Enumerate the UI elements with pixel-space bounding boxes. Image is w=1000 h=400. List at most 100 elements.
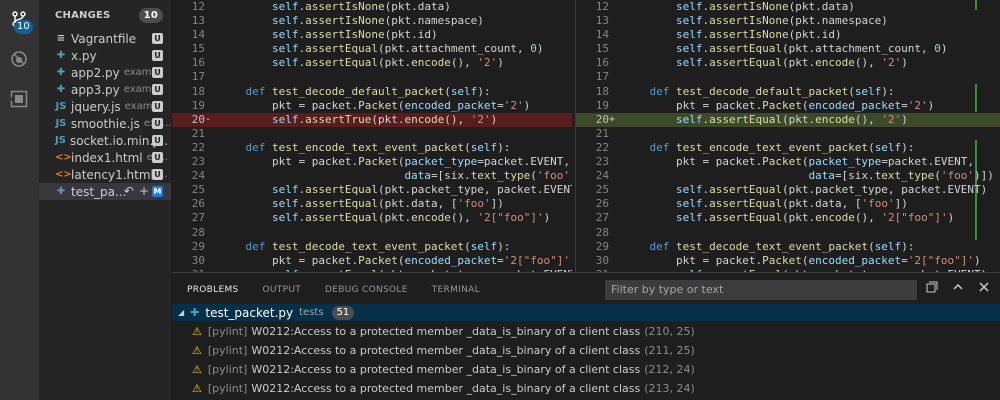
problem-item[interactable]: ⚠ [pylint]W0212:Access to a protected mem… — [172, 341, 1000, 360]
line-number: 15 — [191, 42, 205, 56]
maximize-panel-icon[interactable] — [952, 281, 964, 296]
code-line[interactable]: 29 def test_decode_text_event_packet(sel… — [172, 240, 572, 254]
code-line[interactable]: 16 self.assertEqual(pkt.encode(), '2') — [576, 56, 1000, 70]
line-number: 27 — [191, 211, 205, 225]
line-number: 21 — [595, 126, 609, 140]
code-line[interactable]: 19 pkt = packet.Packet(encoded_packet='2… — [576, 99, 1000, 113]
code-line[interactable]: 12 self.assertIsNone(pkt.data) — [576, 0, 1000, 14]
line-number: 20 — [191, 112, 205, 126]
line-number: 19 — [595, 98, 609, 112]
code-line[interactable]: 28 — [172, 226, 572, 240]
line-number: 25 — [191, 183, 205, 197]
file-name: jquery.js — [71, 99, 121, 114]
close-panel-icon[interactable] — [978, 281, 990, 296]
file-status-badge: U — [152, 152, 163, 163]
code-line[interactable]: 27 self.assertEqual(pkt.encode(), '2["fo… — [576, 211, 1000, 225]
file-name: x.py — [71, 48, 97, 63]
code-text: self.assertEqual(pkt.encode(), '2["foo"]… — [271, 211, 551, 225]
file-type-icon: ≡ — [56, 33, 66, 44]
changes-file-item[interactable]: JS jquery.js exam... U — [39, 98, 171, 115]
code-line[interactable]: 13 self.assertIsNone(pkt.namespace) — [576, 14, 1000, 28]
code-text: self.assertEqual(pkt.packet_type, packet… — [271, 183, 572, 197]
code-line[interactable]: 22 def test_encode_text_event_packet(sel… — [172, 141, 572, 155]
changes-file-item[interactable]: ✚ test_pa... ↶ + M — [39, 183, 171, 200]
scm-badge: 10 — [14, 20, 33, 34]
code-line[interactable]: 14 self.assertIsNone(pkt.id) — [172, 28, 572, 42]
code-line[interactable]: 27 self.assertEqual(pkt.encode(), '2["fo… — [172, 211, 572, 225]
file-type-icon: JS — [55, 101, 67, 112]
changes-file-item[interactable]: ✚ app3.py exam... U — [39, 81, 171, 98]
code-text: self.assertIsNone(pkt.namespace) — [675, 14, 888, 28]
changes-file-item[interactable]: <>index1.htmlex...U — [39, 149, 171, 166]
tab-debug-console[interactable]: DEBUG CONSOLE — [325, 273, 408, 305]
code-line[interactable]: 24 data=[six.text_type('foo')]) — [172, 169, 572, 183]
code-line[interactable]: 15 self.assertEqual(pkt.attachment_count… — [172, 42, 572, 56]
code-line[interactable]: 30 pkt = packet.Packet(encoded_packet='2… — [576, 254, 1000, 268]
debug-icon[interactable] — [6, 46, 32, 72]
stage-icon[interactable]: + — [139, 184, 149, 198]
code-line[interactable]: 20- self.assertTrue(pkt.encode(), '2') — [172, 112, 572, 127]
code-line[interactable]: 18 def test_decode_default_packet(self): — [576, 85, 1000, 99]
code-line[interactable]: 13 self.assertIsNone(pkt.namespace) — [172, 14, 572, 28]
expand-chevron-icon[interactable]: ◢ — [178, 308, 184, 317]
tab-terminal[interactable]: TERMINAL — [432, 273, 480, 305]
code-text: self.assertTrue(pkt.encode(), '2') — [271, 112, 498, 126]
problems-filter-input[interactable]: Filter by type or text — [605, 280, 917, 300]
changes-file-item[interactable]: ✚ app2.py exam... U — [39, 64, 171, 81]
code-line[interactable]: 17 — [172, 70, 572, 84]
code-text: def test_encode_text_event_packet(self): — [245, 140, 511, 154]
extensions-icon[interactable] — [6, 86, 32, 112]
code-line[interactable]: 21 — [576, 127, 1000, 141]
changes-file-item[interactable]: <>latency1.html...U — [39, 166, 171, 183]
code-line[interactable]: 24 data=[six.text_type('foo')]) — [576, 169, 1000, 183]
problem-item[interactable]: ⚠ [pylint]W0212:Access to a protected mem… — [172, 360, 1000, 379]
code-line[interactable]: 21 — [172, 127, 572, 141]
code-line[interactable]: 25 self.assertEqual(pkt.packet_type, pac… — [172, 183, 572, 197]
code-line[interactable]: 26 self.assertEqual(pkt.data, ['foo']) — [172, 197, 572, 211]
code-line[interactable]: 20 + self.assertEqual(pkt.encode(), '2') — [576, 112, 1000, 127]
line-number: 18 — [595, 84, 609, 98]
line-number: 19 — [191, 98, 205, 112]
collapse-all-icon[interactable] — [926, 281, 938, 296]
changes-file-item[interactable]: ✚ x.py U — [39, 47, 171, 64]
line-number: 18 — [191, 84, 205, 98]
file-status-badge: U — [152, 33, 163, 44]
changes-file-item[interactable]: ≡ Vagrantfile U — [39, 30, 171, 47]
problem-item[interactable]: ⚠ [pylint]W0212:Access to a protected mem… — [172, 322, 1000, 341]
code-line[interactable]: 23 pkt = packet.Packet(packet_type=packe… — [576, 155, 1000, 169]
line-number: 23 — [191, 155, 205, 169]
file-status-badge: U — [152, 135, 163, 146]
file-status-badge: U — [152, 169, 163, 180]
code-line[interactable]: 28 — [576, 226, 1000, 240]
problems-file-group[interactable]: ◢ ✚ test_packet.py tests 51 — [172, 304, 1000, 321]
changes-header[interactable]: CHANGES 10 — [39, 0, 171, 30]
code-line[interactable]: 22 def test_encode_text_event_packet(sel… — [576, 141, 1000, 155]
problem-source: [pylint] — [207, 382, 248, 395]
tab-problems[interactable]: PROBLEMS — [187, 273, 239, 305]
diff-modified-pane[interactable]: 12 self.assertIsNone(pkt.data) 13 self.as… — [575, 0, 1000, 272]
changes-file-item[interactable]: JS socket.io.min.j... U — [39, 132, 171, 149]
line-number: 28 — [595, 225, 609, 239]
code-text: def test_decode_default_packet(self): — [245, 84, 491, 98]
problem-item[interactable]: ⚠ [pylint]W0212:Access to a protected mem… — [172, 379, 1000, 398]
line-number: 14 — [595, 28, 609, 42]
code-line[interactable]: 16 self.assertEqual(pkt.encode(), '2') — [172, 56, 572, 70]
code-line[interactable]: 15 self.assertEqual(pkt.attachment_count… — [576, 42, 1000, 56]
code-line[interactable]: 18 def test_decode_default_packet(self): — [172, 85, 572, 99]
file-type-icon: ✚ — [56, 186, 66, 197]
code-line[interactable]: 26 self.assertEqual(pkt.data, ['foo']) — [576, 197, 1000, 211]
file-type-icon: ✚ — [56, 50, 66, 61]
code-line[interactable]: 19 pkt = packet.Packet(encoded_packet='2… — [172, 99, 572, 113]
changes-file-item[interactable]: JSsmoothie.jsexa...U — [39, 115, 171, 132]
code-line[interactable]: 30 pkt = packet.Packet(encoded_packet='2… — [172, 254, 572, 268]
line-number: 13 — [191, 14, 205, 28]
code-line[interactable]: 17 — [576, 70, 1000, 84]
discard-icon[interactable]: ↶ — [124, 184, 134, 198]
code-line[interactable]: 29 def test_decode_text_event_packet(sel… — [576, 240, 1000, 254]
code-line[interactable]: 25 self.assertEqual(pkt.packet_type, pac… — [576, 183, 1000, 197]
code-line[interactable]: 14 self.assertIsNone(pkt.id) — [576, 28, 1000, 42]
tab-output[interactable]: OUTPUT — [263, 273, 301, 305]
code-line[interactable]: 23 pkt = packet.Packet(packet_type=packe… — [172, 155, 572, 169]
diff-original-pane[interactable]: 12 self.assertIsNone(pkt.data) 13 self.as… — [172, 0, 572, 272]
code-line[interactable]: 12 self.assertIsNone(pkt.data) — [172, 0, 572, 14]
